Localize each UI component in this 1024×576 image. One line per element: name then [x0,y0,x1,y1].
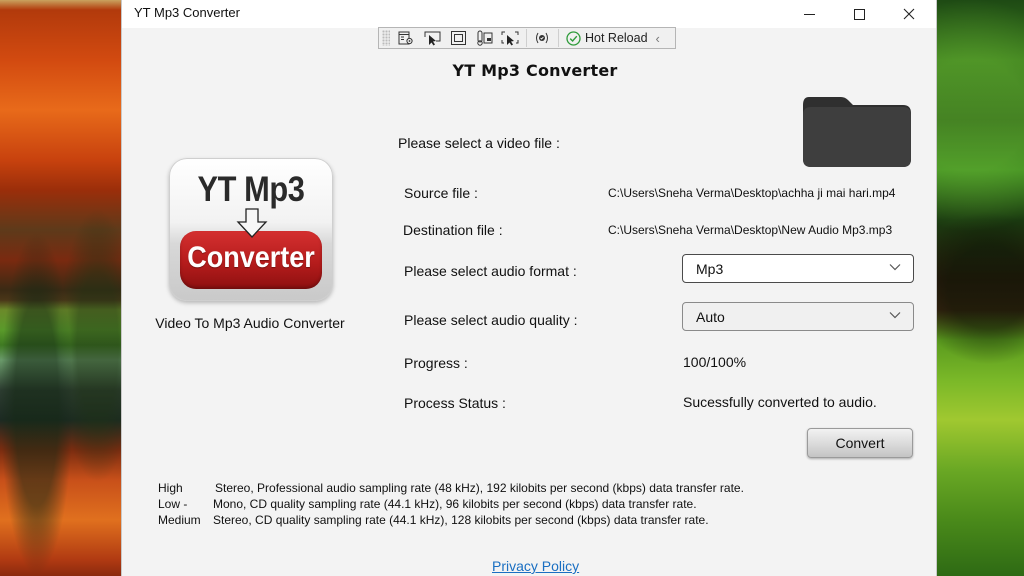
logo-top-text: YT Mp3 [197,170,305,209]
privacy-policy-link[interactable]: Privacy Policy [492,558,579,574]
close-icon [903,8,915,20]
toolbar-separator [526,29,527,47]
download-arrow-icon [236,208,268,238]
select-element-icon[interactable] [422,29,442,47]
desktop-wallpaper-right [936,0,1024,576]
logo-bottom-text: Converter [187,241,315,274]
process-status-value: Sucessfully converted to audio. [683,394,877,410]
destination-file-label: Destination file : [403,222,503,238]
binding-failures-icon[interactable] [500,29,520,47]
audio-format-label: Please select audio format : [404,263,577,279]
process-status-label: Process Status : [404,395,506,411]
quality-info-high: High Stereo, Professional audio sampling … [158,481,744,495]
live-visual-tree-icon[interactable] [396,29,416,47]
quality-info-key: High [158,481,183,495]
quality-info-desc: Stereo, CD quality sampling rate (44.1 k… [213,513,709,527]
audio-format-selected: Mp3 [696,260,724,277]
maximize-icon [853,8,865,20]
close-button[interactable] [886,0,932,28]
minimize-button[interactable] [786,0,832,28]
quality-info-key: Medium [158,513,201,527]
maximize-button[interactable] [836,0,882,28]
toolbar-separator [558,29,559,47]
hot-reload-status-icon[interactable] [532,29,552,47]
quality-info-desc: Mono, CD quality sampling rate (44.1 kHz… [213,497,697,511]
audio-quality-dropdown[interactable]: Auto [682,302,914,331]
collapse-toolbar-icon[interactable]: ‹ [656,31,660,46]
browse-folder-button[interactable] [801,95,913,169]
audio-quality-selected: Auto [696,308,725,325]
hot-reload-button[interactable]: Hot Reload [566,30,648,46]
source-file-path: C:\Users\Sneha Verma\Desktop\achha ji ma… [608,186,896,200]
logo-caption: Video To Mp3 Audio Converter [155,315,345,331]
convert-button[interactable]: Convert [807,428,913,458]
display-layout-adorners-icon[interactable] [448,29,468,47]
track-focus-icon[interactable] [474,29,494,47]
select-video-label: Please select a video file : [398,135,560,151]
app-heading: YT Mp3 Converter [452,61,618,80]
audio-format-dropdown[interactable]: Mp3 [682,254,914,283]
quality-info-medium: Medium Stereo, CD quality sampling rate (… [158,513,709,527]
chevron-down-icon [889,264,901,271]
minimize-icon [803,13,815,15]
progress-label: Progress : [404,355,468,371]
quality-info-desc: Stereo, Professional audio sampling rate… [215,481,744,495]
xaml-debug-toolbar: Hot Reload ‹ [378,27,676,49]
app-window: YT Mp3 Converter Hot Reload ‹ YT Mp3 Con… [122,0,936,576]
toolbar-grip[interactable] [382,30,390,46]
progress-value: 100/100% [683,354,747,370]
audio-quality-label: Please select audio quality : [404,312,578,328]
quality-info-key: Low - [158,497,188,511]
folder-icon [803,97,911,167]
source-file-label: Source file : [404,185,478,201]
destination-file-path: C:\Users\Sneha Verma\Desktop\New Audio M… [608,223,893,237]
hot-reload-label: Hot Reload [585,31,648,45]
quality-info-low: Low - Mono, CD quality sampling rate (44.… [158,497,697,511]
title-bar[interactable]: YT Mp3 Converter [122,0,936,28]
check-circle-icon [566,30,581,46]
chevron-down-icon [889,312,901,319]
desktop-wallpaper-left [0,0,122,576]
window-title: YT Mp3 Converter [134,5,240,20]
app-logo: YT Mp3 Converter [169,158,333,301]
